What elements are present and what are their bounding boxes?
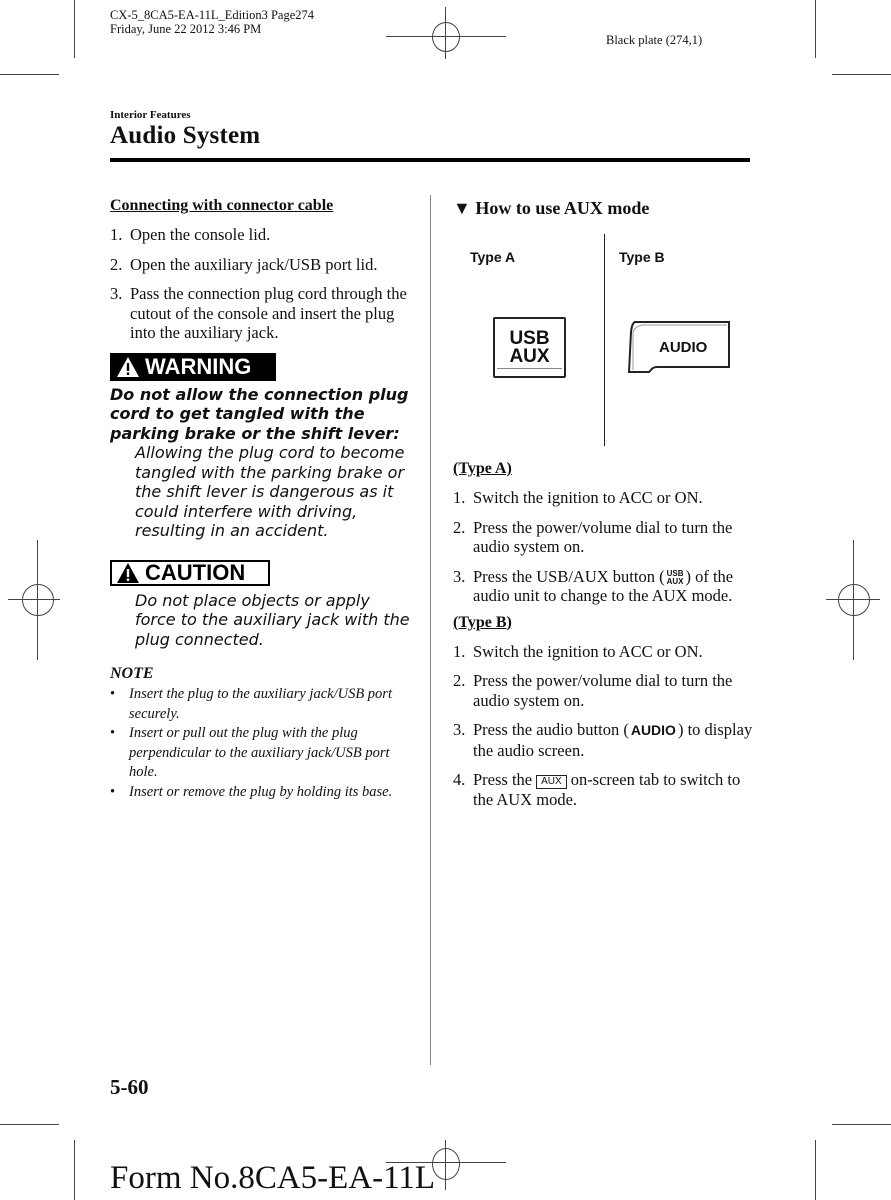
note-text: Insert the plug to the auxiliary jack/US… bbox=[129, 686, 392, 722]
crop-mark-right-bottom bbox=[832, 1124, 891, 1125]
caution-label: CAUTION bbox=[145, 559, 246, 585]
glyph-aux-text: AUX bbox=[666, 576, 684, 586]
step-number: 3. bbox=[110, 284, 123, 303]
step-text: Press the audio button (AUDIO) to displa… bbox=[473, 720, 753, 760]
warning-triangle-icon bbox=[117, 356, 139, 377]
usb-label: USB bbox=[509, 327, 550, 349]
step-item: 3. Press the USB/AUX button (USB AUX) of … bbox=[453, 567, 753, 606]
aux-instructions: (Type A) 1. Switch the ignition to ACC o… bbox=[453, 460, 753, 819]
note-block: NOTE • Insert the plug to the auxiliary … bbox=[110, 665, 415, 802]
audio-button-illustration: AUDIO bbox=[627, 320, 731, 374]
step-text: Press the USB/AUX button (USB AUX) of the… bbox=[473, 567, 753, 606]
type-b-steps: 1. Switch the ignition to ACC or ON. 2. … bbox=[453, 642, 753, 810]
step-text: Pass the connection plug cord through th… bbox=[130, 284, 407, 342]
step-item: 1. Switch the ignition to ACC or ON. bbox=[453, 488, 753, 508]
left-column: Connecting with connector cable 1. Open … bbox=[110, 197, 415, 802]
warning-block: WARNING Do not allow the connection plug… bbox=[110, 352, 415, 541]
step-number: 1. bbox=[110, 225, 123, 244]
black-plate-label: Black plate (274,1) bbox=[606, 33, 703, 47]
crop-mark-bottom-left bbox=[74, 1140, 75, 1200]
step-item: 2. Press the power/volume dial to turn t… bbox=[453, 671, 753, 710]
aux-mode-heading: ▼ How to use AUX mode bbox=[453, 198, 649, 219]
caution-triangle-icon bbox=[117, 562, 139, 583]
crop-mark-top-right bbox=[815, 0, 816, 58]
step-item: 3. Pass the connection plug cord through… bbox=[110, 284, 415, 343]
step-number: 2. bbox=[453, 671, 466, 690]
crop-mark-left-bottom bbox=[0, 1124, 59, 1125]
step-text: Press the AUX on-screen tab to switch to t… bbox=[473, 770, 753, 809]
note-text: Insert or remove the plug by holding its… bbox=[129, 783, 393, 800]
section-label: Interior Features bbox=[110, 109, 191, 121]
bullet-icon: • bbox=[110, 686, 116, 702]
page-number: 5-60 bbox=[110, 1075, 149, 1099]
crop-mark-left-top bbox=[0, 74, 59, 75]
step-item: 3. Press the audio button (AUDIO) to dis… bbox=[453, 720, 753, 760]
step-text: Open the auxiliary jack/USB port lid. bbox=[130, 254, 378, 274]
bullet-icon: • bbox=[110, 725, 116, 741]
step-text: Press the power/volume dial to turn the … bbox=[473, 517, 733, 557]
note-item: • Insert or remove the plug by holding i… bbox=[110, 783, 415, 803]
step-text-before: Press the audio button ( bbox=[473, 720, 629, 739]
type-b-heading: (Type B) bbox=[453, 613, 512, 631]
bullet-icon: • bbox=[110, 783, 116, 800]
step-text: Switch the ignition to ACC or ON. bbox=[473, 488, 703, 507]
step-item: 1. Open the console lid. bbox=[110, 225, 415, 245]
usb-aux-button-icon: USB AUX bbox=[666, 569, 684, 586]
step-text-before: Press the bbox=[473, 770, 533, 790]
step-text: Open the console lid. bbox=[130, 225, 271, 244]
column-divider bbox=[430, 195, 431, 1065]
step-item: 2. Open the auxiliary jack/USB port lid. bbox=[110, 255, 415, 275]
connecting-steps: 1. Open the console lid. 2. Open the aux… bbox=[110, 225, 415, 343]
form-number: Form No.8CA5-EA-11L bbox=[110, 1160, 436, 1196]
step-text-before: Press the USB/AUX button ( bbox=[473, 566, 665, 586]
aux-tab-icon: AUX bbox=[536, 774, 567, 789]
warning-badge: WARNING bbox=[110, 352, 276, 381]
print-file-line: CX-5_8CA5-EA-11L_Edition3 Page274 bbox=[110, 8, 315, 22]
connecting-subheading: Connecting with connector cable bbox=[110, 197, 334, 214]
caution-badge: CAUTION bbox=[110, 559, 270, 586]
note-item: • Insert the plug to the auxiliary jack/… bbox=[110, 685, 415, 724]
audio-label: AUDIO bbox=[659, 339, 708, 356]
page-title: Audio System bbox=[110, 122, 261, 149]
aux-mode-heading-text: How to use AUX mode bbox=[475, 198, 650, 218]
triangle-down-icon: ▼ bbox=[453, 198, 471, 218]
step-number: 1. bbox=[453, 488, 466, 507]
caution-block: CAUTION Do not place objects or apply fo… bbox=[110, 559, 415, 650]
step-text: Switch the ignition to ACC or ON. bbox=[473, 641, 703, 661]
warning-lead: Do not allow the connection plug cord to… bbox=[110, 384, 409, 443]
print-date-line: Friday, June 22 2012 3:46 PM bbox=[110, 22, 262, 36]
audio-button-icon: AUDIO bbox=[630, 722, 676, 739]
aux-label: AUX bbox=[509, 345, 550, 367]
crop-mark-top-left bbox=[74, 0, 75, 58]
step-number: 4. bbox=[453, 770, 466, 790]
crop-mark-bottom-right bbox=[815, 1140, 816, 1200]
step-item: 1. Switch the ignition to ACC or ON. bbox=[453, 642, 753, 662]
warning-label: WARNING bbox=[145, 353, 252, 379]
step-number: 2. bbox=[110, 254, 123, 274]
note-text: Insert or pull out the plug with the plu… bbox=[129, 725, 390, 780]
step-text: Press the power/volume dial to turn the … bbox=[473, 671, 733, 710]
type-b-label: Type B bbox=[619, 249, 665, 265]
illustration-divider bbox=[604, 234, 605, 446]
note-list: • Insert the plug to the auxiliary jack/… bbox=[110, 685, 415, 802]
title-rule bbox=[110, 158, 750, 162]
caution-body: Do not place objects or apply force to t… bbox=[135, 590, 410, 649]
usb-aux-button-illustration: USB AUX bbox=[493, 317, 566, 378]
step-item: 2. Press the power/volume dial to turn t… bbox=[453, 518, 753, 557]
note-item: • Insert or pull out the plug with the p… bbox=[110, 724, 415, 783]
warning-body: Allowing the plug cord to become tangled… bbox=[135, 443, 405, 540]
step-number: 3. bbox=[453, 566, 466, 586]
type-a-steps: 1. Switch the ignition to ACC or ON. 2. … bbox=[453, 488, 753, 606]
note-title: NOTE bbox=[110, 665, 154, 682]
crop-mark-right-top bbox=[832, 74, 891, 75]
type-a-heading: (Type A) bbox=[453, 460, 512, 477]
type-a-label: Type A bbox=[470, 249, 516, 265]
step-number: 2. bbox=[453, 517, 466, 537]
step-item: 4. Press the AUX on-screen tab to switch t… bbox=[453, 770, 753, 809]
print-header: CX-5_8CA5-EA-11L_Edition3 Page274 Friday… bbox=[110, 8, 314, 36]
step-number: 1. bbox=[453, 641, 466, 661]
step-number: 3. bbox=[453, 720, 466, 739]
